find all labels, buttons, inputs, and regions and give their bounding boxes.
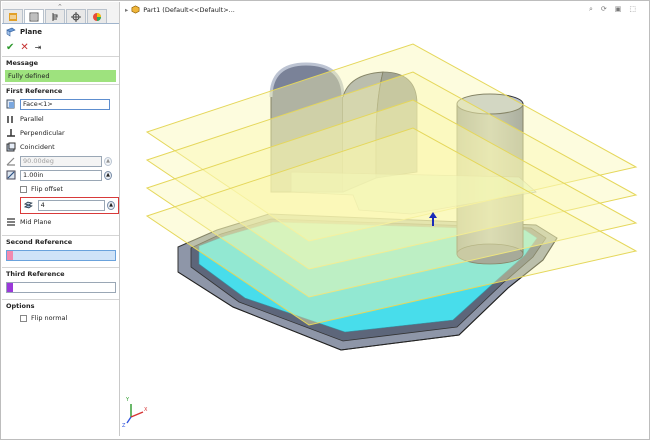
property-manager-panel: ⌃ Plane ✔ ✕ ⇥ Message Fully defined Firs… [2, 2, 120, 436]
second-reference-selection-row [2, 247, 119, 263]
mid-plane-icon [7, 218, 15, 226]
perpendicular-icon [7, 129, 15, 137]
ok-button[interactable]: ✔ [6, 42, 14, 53]
count-highlight-box: 4 ▲ [20, 196, 119, 214]
distance-input[interactable]: 1.00in [20, 169, 102, 181]
second-reference-header[interactable]: Second Reference [2, 235, 119, 247]
graphics-area[interactable]: ▸ Part1 (Default<<Default>... ⌕ ⟳ ▣ ⬚ Y … [121, 2, 648, 436]
first-reference-selection-row: Face<1> [2, 96, 119, 112]
flip-offset-label: Flip offset [31, 185, 63, 193]
flip-normal-checkbox[interactable] [20, 314, 27, 322]
feature-manager-icon [9, 12, 17, 21]
cancel-button[interactable]: ✕ [20, 42, 28, 53]
tab-property-manager[interactable] [24, 9, 44, 23]
count-input[interactable]: 4 [37, 199, 106, 211]
first-reference-header[interactable]: First Reference [2, 84, 119, 96]
model-viewport[interactable]: Y X Z [121, 2, 648, 436]
third-reference-field-body [13, 282, 115, 292]
svg-text:Y: Y [125, 397, 130, 403]
copies-icon [24, 201, 33, 209]
axis-triad: Y X Z [122, 397, 148, 429]
option-coincident[interactable]: Coincident [2, 140, 119, 154]
distance-row: 1.00in ▲ [2, 168, 119, 182]
configuration-manager-icon [52, 12, 58, 21]
property-manager-icon [29, 12, 39, 21]
angle-spinner[interactable]: ▲ [104, 156, 112, 166]
angle-input[interactable]: 90.00deg [20, 155, 102, 167]
flip-offset-row[interactable]: Flip offset [2, 182, 119, 196]
display-manager-icon [93, 12, 101, 21]
flip-offset-checkbox[interactable] [20, 185, 27, 193]
flip-normal-row[interactable]: Flip normal [2, 311, 119, 325]
third-reference-input[interactable] [6, 281, 116, 293]
plane-icon [6, 27, 16, 37]
svg-text:Z: Z [122, 423, 126, 429]
angle-icon [6, 157, 15, 166]
plane-count-row: 4 ▲ [19, 196, 119, 214]
distance-icon [6, 170, 16, 180]
second-reference-input[interactable] [6, 249, 116, 261]
panel-title-text: Plane [20, 28, 42, 36]
second-reference-field-body [13, 250, 115, 260]
panel-grip[interactable]: ⌃ [57, 3, 63, 11]
panel-title: Plane [2, 24, 119, 40]
pin-button[interactable]: ⇥ [35, 43, 42, 52]
angle-value: 90.00deg [23, 157, 54, 165]
parallel-label: Parallel [20, 115, 44, 123]
option-parallel[interactable]: Parallel [2, 112, 119, 126]
distance-spinner[interactable]: ▲ [104, 170, 112, 180]
panel-actions: ✔ ✕ ⇥ [2, 40, 119, 54]
tab-feature-manager[interactable] [3, 9, 23, 23]
crosshair-icon [71, 11, 81, 22]
first-reference-input[interactable]: Face<1> [20, 98, 110, 110]
message-status: Fully defined [5, 70, 116, 82]
message-section-header[interactable]: Message [2, 56, 119, 68]
mid-plane-label: Mid Plane [20, 218, 52, 226]
perpendicular-label: Perpendicular [20, 129, 65, 137]
tab-configuration-manager[interactable] [45, 9, 65, 23]
flip-normal-label: Flip normal [31, 314, 68, 322]
third-reference-header[interactable]: Third Reference [2, 267, 119, 279]
first-reference-value: Face<1> [23, 100, 53, 108]
tab-dimxpert[interactable] [66, 9, 86, 23]
tab-display-manager[interactable] [87, 9, 107, 23]
panel-tabs: ⌃ [2, 2, 119, 24]
coincident-label: Coincident [20, 143, 55, 151]
count-spinner[interactable]: ▲ [107, 200, 115, 210]
svg-text:X: X [144, 407, 148, 413]
angle-row: 90.00deg ▲ [2, 154, 119, 168]
option-mid-plane[interactable]: Mid Plane [2, 215, 119, 229]
distance-value: 1.00in [23, 171, 44, 179]
parallel-icon [7, 116, 13, 123]
third-reference-selection-row [2, 279, 119, 295]
face-selection-icon [6, 99, 15, 109]
option-perpendicular[interactable]: Perpendicular [2, 126, 119, 140]
options-header[interactable]: Options [2, 299, 119, 311]
count-value: 4 [40, 201, 45, 209]
coincident-icon [6, 142, 16, 152]
